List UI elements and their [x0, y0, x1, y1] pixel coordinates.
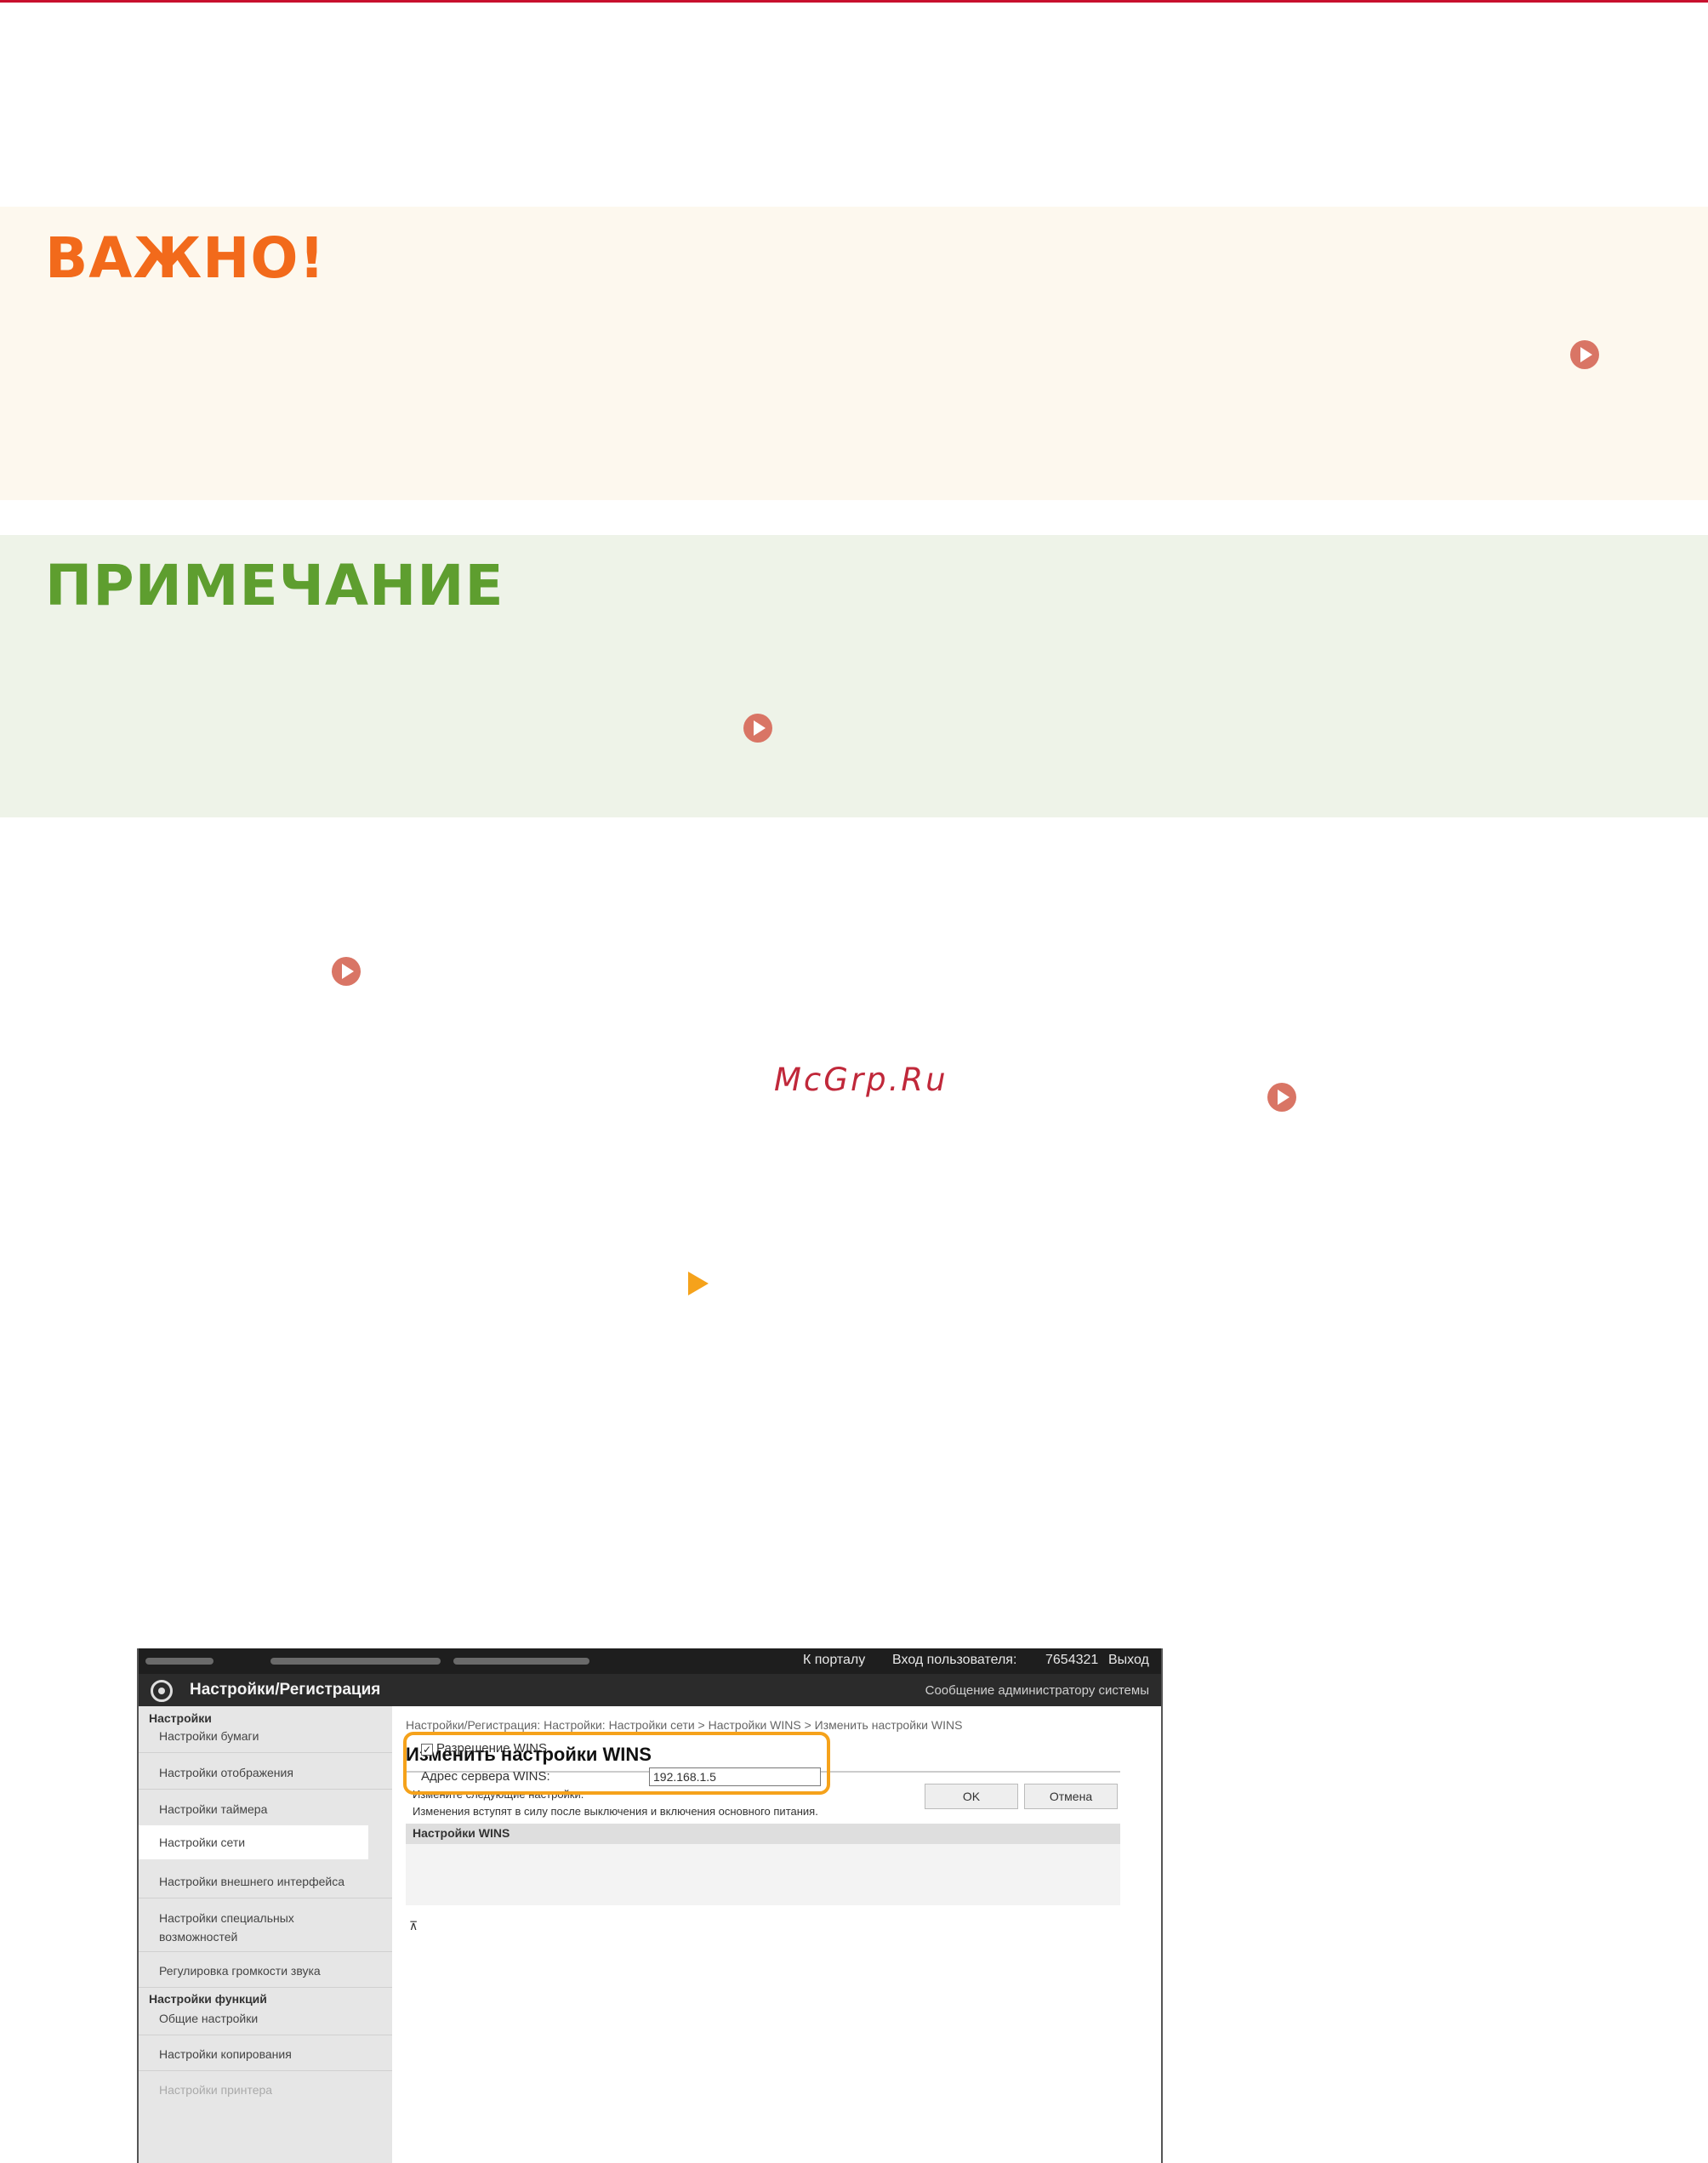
sidebar-item-printer[interactable]: Настройки принтера [159, 2080, 389, 2099]
sidebar-item-copy[interactable]: Настройки копирования [159, 2045, 389, 2063]
screenshot-topbar: К порталу Вход пользователя: 7654321 Вых… [139, 1648, 1161, 1674]
sidebar-item-timer[interactable]: Настройки таймера [159, 1800, 389, 1819]
description-line: Изменения вступят в силу после выключени… [413, 1805, 818, 1818]
highlight-frame [403, 1732, 830, 1795]
wins-settings-section: Настройки WINS [406, 1824, 1120, 1905]
section-title: Настройки WINS [406, 1824, 1120, 1844]
blurred-text [145, 1658, 214, 1665]
cancel-button[interactable]: Отмена [1024, 1784, 1118, 1809]
header-title: Настройки/Регистрация [190, 1681, 381, 1699]
watermark: McGrp.Ru [774, 1062, 948, 1098]
circle-play-icon[interactable] [332, 957, 361, 986]
ok-button[interactable]: OK [925, 1784, 1018, 1809]
sidebar-item-volume[interactable]: Регулировка громкости звука [159, 1961, 389, 1980]
portal-link[interactable]: К порталу [803, 1653, 865, 1668]
screenshot-sidebar: Настройки Настройки бумаги Настройки ото… [139, 1706, 392, 2163]
blurred-text [270, 1658, 441, 1665]
settings-logo-icon [151, 1680, 173, 1702]
sidebar-item-external-interface[interactable]: Настройки внешнего интерфейса [159, 1872, 389, 1891]
embedded-screenshot: К порталу Вход пользователя: 7654321 Вых… [137, 1648, 1163, 2163]
divider [139, 1789, 392, 1790]
breadcrumb: Настройки/Регистрация: Настройки: Настро… [406, 1718, 963, 1732]
note-title: ПРИМЕЧАНИЕ [45, 553, 504, 618]
divider [139, 1752, 392, 1753]
divider [139, 1951, 392, 1952]
circle-play-icon[interactable] [1570, 340, 1599, 369]
admin-message-link[interactable]: Сообщение администратору системы [925, 1683, 1149, 1698]
blurred-text [453, 1658, 589, 1665]
logout-link[interactable]: Выход [1108, 1653, 1149, 1668]
sidebar-item-display[interactable]: Настройки отображения [159, 1763, 389, 1782]
sidebar-item-paper[interactable]: Настройки бумаги [159, 1727, 389, 1745]
circle-play-icon[interactable] [1267, 1083, 1296, 1112]
triangle-right-icon [688, 1272, 709, 1295]
sidebar-head-functions: Настройки функций [149, 1992, 267, 2006]
user-id: 7654321 [1045, 1653, 1099, 1667]
divider [139, 2070, 392, 2071]
login-label: Вход пользователя: [892, 1653, 1017, 1667]
sidebar-head-settings: Настройки [149, 1711, 212, 1725]
important-title: ВАЖНО! [45, 225, 326, 291]
sidebar-item-network[interactable]: Настройки сети [139, 1825, 368, 1859]
sidebar-item-common[interactable]: Общие настройки [159, 2009, 389, 2028]
circle-play-icon[interactable] [743, 714, 772, 743]
divider [139, 1987, 392, 1988]
sidebar-item-accessibility[interactable]: Настройки специальных возможностей [159, 1909, 329, 1946]
screenshot-header: Настройки/Регистрация Сообщение админист… [139, 1674, 1161, 1706]
screenshot-main: Настройки/Регистрация: Настройки: Настро… [392, 1706, 1161, 2163]
top-rule [0, 0, 1708, 3]
to-top-icon[interactable]: ⊼ [409, 1919, 418, 1933]
